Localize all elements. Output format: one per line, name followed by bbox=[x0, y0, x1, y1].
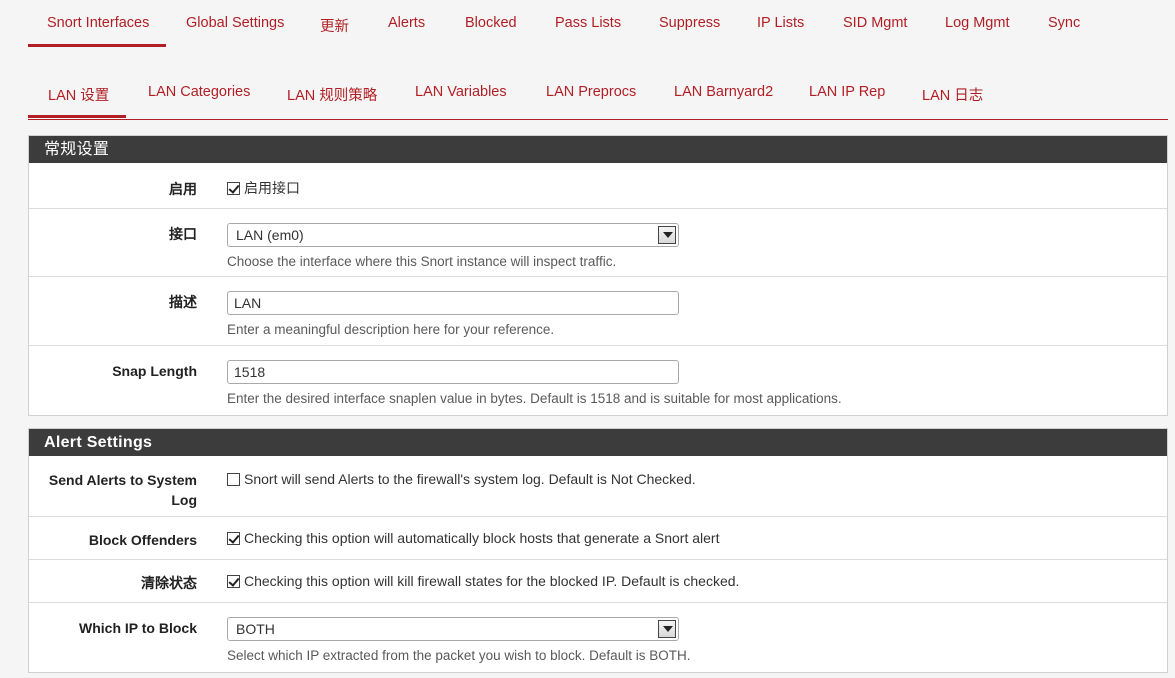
interface-row: 接口 LAN (em0) Choose the interface where … bbox=[29, 209, 1167, 277]
enable-interface-text: 启用接口 bbox=[244, 180, 300, 196]
subtab-lan-settings[interactable]: LAN 设置 bbox=[48, 84, 109, 105]
block-offenders-text: Checking this option will automatically … bbox=[244, 530, 720, 546]
tab-sid-mgmt[interactable]: SID Mgmt bbox=[843, 15, 907, 31]
block-offenders-group: Checking this option will automatically … bbox=[227, 530, 719, 546]
subtab-lan-rules[interactable]: LAN 规则策略 bbox=[287, 84, 377, 105]
description-row: 描述 LAN Enter a meaningful description he… bbox=[29, 277, 1167, 346]
enable-row: 启用 启用接口 bbox=[29, 163, 1167, 209]
tab-sync[interactable]: Sync bbox=[1048, 15, 1080, 31]
which-ip-select-value: BOTH bbox=[236, 621, 275, 637]
alert-settings-heading: Alert Settings bbox=[29, 429, 1167, 456]
top-tab-bar: Snort Interfaces Global Settings 更新 Aler… bbox=[28, 0, 1167, 48]
active-tab-indicator bbox=[28, 44, 166, 47]
snaplen-row: Snap Length 1518 Enter the desired inter… bbox=[29, 346, 1167, 414]
tab-log-mgmt[interactable]: Log Mgmt bbox=[945, 15, 1009, 31]
interface-select-value: LAN (em0) bbox=[236, 227, 304, 243]
chevron-down-icon bbox=[658, 620, 676, 638]
subtab-lan-preprocs[interactable]: LAN Preprocs bbox=[546, 84, 636, 100]
tab-alerts[interactable]: Alerts bbox=[388, 15, 425, 31]
kill-states-text: Checking this option will kill firewall … bbox=[244, 573, 740, 589]
tab-suppress[interactable]: Suppress bbox=[659, 15, 720, 31]
tab-pass-lists[interactable]: Pass Lists bbox=[555, 15, 621, 31]
subtab-lan-ip-rep[interactable]: LAN IP Rep bbox=[809, 84, 885, 100]
interface-help: Choose the interface where this Snort in… bbox=[227, 254, 617, 269]
description-help: Enter a meaningful description here for … bbox=[227, 322, 555, 337]
tab-updates[interactable]: 更新 bbox=[320, 15, 349, 36]
general-settings-heading: 常规设置 bbox=[29, 136, 1167, 163]
kill-states-checkbox[interactable] bbox=[227, 575, 240, 588]
send-alerts-label-line2: Log bbox=[171, 492, 197, 508]
description-label: 描述 bbox=[169, 294, 197, 310]
snaplen-input[interactable]: 1518 bbox=[227, 360, 679, 384]
kill-states-label: 清除状态 bbox=[141, 575, 197, 591]
subtab-lan-variables[interactable]: LAN Variables bbox=[415, 84, 507, 100]
interface-label: 接口 bbox=[169, 226, 197, 242]
description-input[interactable]: LAN bbox=[227, 291, 679, 315]
tab-blocked[interactable]: Blocked bbox=[465, 15, 517, 31]
tab-global-settings[interactable]: Global Settings bbox=[186, 15, 284, 31]
block-offenders-row: Block Offenders Checking this option wil… bbox=[29, 517, 1167, 560]
kill-states-group: Checking this option will kill firewall … bbox=[227, 573, 739, 589]
alert-settings-panel: Alert Settings Send Alerts to System Log… bbox=[28, 428, 1168, 673]
which-ip-row: Which IP to Block BOTH Select which IP e… bbox=[29, 603, 1167, 673]
snaplen-label: Snap Length bbox=[112, 363, 197, 379]
snaplen-help: Enter the desired interface snaplen valu… bbox=[227, 391, 842, 406]
tab-ip-lists[interactable]: IP Lists bbox=[757, 15, 804, 31]
block-offenders-checkbox[interactable] bbox=[227, 532, 240, 545]
send-alerts-label-line1: Send Alerts to System bbox=[48, 472, 197, 488]
enable-checkbox-group: 启用接口 bbox=[227, 178, 300, 198]
block-offenders-label: Block Offenders bbox=[88, 532, 197, 548]
which-ip-label: Which IP to Block bbox=[79, 620, 197, 636]
chevron-down-icon bbox=[658, 226, 676, 244]
kill-states-row: 清除状态 Checking this option will kill fire… bbox=[29, 560, 1167, 603]
subtab-lan-categories[interactable]: LAN Categories bbox=[148, 84, 250, 100]
tab-snort-interfaces[interactable]: Snort Interfaces bbox=[47, 15, 149, 31]
interface-select[interactable]: LAN (em0) bbox=[227, 223, 679, 247]
enable-interface-checkbox[interactable] bbox=[227, 182, 240, 195]
send-alerts-text: Snort will send Alerts to the firewall's… bbox=[244, 471, 696, 487]
general-settings-panel: 常规设置 启用 启用接口 接口 LAN (em0) Choose the int… bbox=[28, 135, 1168, 416]
send-alerts-checkbox[interactable] bbox=[227, 473, 240, 486]
enable-label: 启用 bbox=[169, 181, 197, 197]
send-alerts-row: Send Alerts to System Log Snort will sen… bbox=[29, 456, 1167, 517]
which-ip-select[interactable]: BOTH bbox=[227, 617, 679, 641]
which-ip-help: Select which IP extracted from the packe… bbox=[227, 648, 691, 663]
active-subtab-indicator bbox=[28, 115, 126, 118]
subtab-lan-logs[interactable]: LAN 日志 bbox=[922, 84, 983, 105]
send-alerts-label: Send Alerts to System Log bbox=[49, 470, 197, 510]
sub-tab-bar: LAN 设置 LAN Categories LAN 规则策略 LAN Varia… bbox=[28, 48, 1168, 120]
subtab-lan-barnyard2[interactable]: LAN Barnyard2 bbox=[674, 84, 773, 100]
send-alerts-group: Snort will send Alerts to the firewall's… bbox=[227, 471, 696, 487]
